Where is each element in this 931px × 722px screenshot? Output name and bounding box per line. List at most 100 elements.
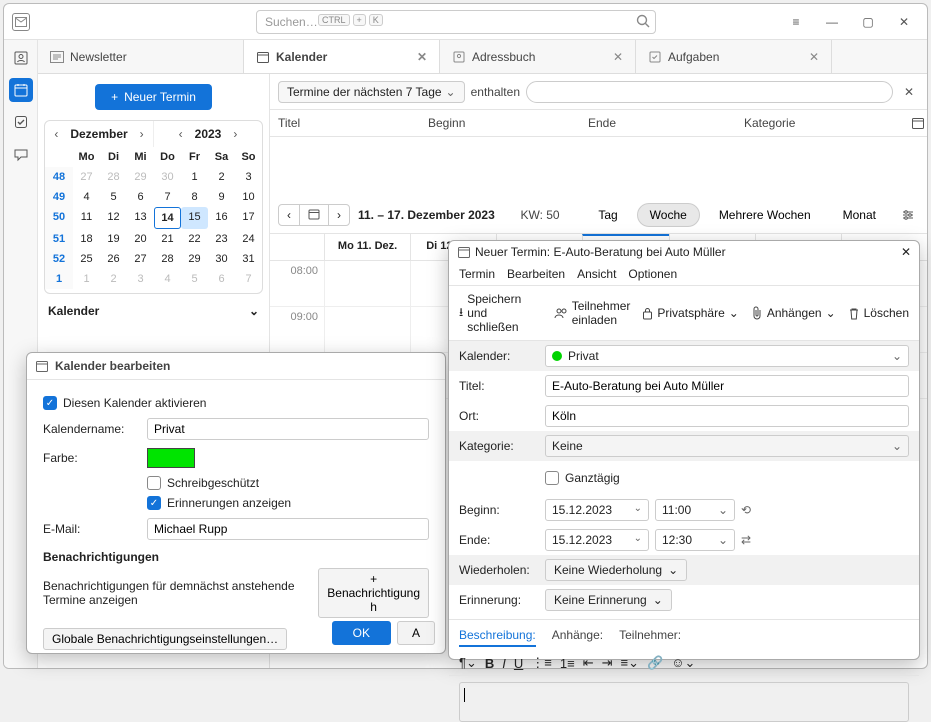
show-reminders-checkbox[interactable]: ✓ <box>147 496 161 510</box>
mini-cal-day[interactable]: 31 <box>235 249 262 269</box>
mini-cal-day[interactable]: 15 <box>181 207 208 229</box>
view-week-button[interactable]: Woche <box>637 203 700 227</box>
mini-cal-day[interactable]: 12 <box>100 207 127 229</box>
nav-chat-icon[interactable] <box>9 142 33 166</box>
menu-optionen[interactable]: Optionen <box>628 267 677 281</box>
save-close-button[interactable]: ⭳Speichern und schließen <box>459 292 542 334</box>
tab-aufgaben[interactable]: Aufgaben ✕ <box>636 40 832 73</box>
mini-cal-day[interactable]: 16 <box>208 207 235 229</box>
mini-cal-day[interactable]: 4 <box>154 269 181 289</box>
mini-cal-day[interactable]: 8 <box>181 187 208 207</box>
mini-cal-day[interactable]: 5 <box>100 187 127 207</box>
mini-cal-day[interactable]: 6 <box>208 269 235 289</box>
ok-button[interactable]: OK <box>332 621 391 645</box>
calendars-section-header[interactable]: Kalender ⌄ <box>38 294 269 324</box>
event-title-input[interactable] <box>545 375 909 397</box>
close-dialog-button[interactable]: ✕ <box>901 245 911 259</box>
prev-week-button[interactable]: ‹ <box>279 205 300 225</box>
mini-cal-day[interactable]: 1 <box>73 269 100 289</box>
close-tab-icon[interactable]: ✕ <box>417 50 427 64</box>
mini-cal-day[interactable]: 19 <box>100 229 127 249</box>
link-times-icon[interactable]: ⟲ <box>741 503 751 517</box>
mini-cal-day[interactable]: 18 <box>73 229 100 249</box>
allday-checkbox[interactable] <box>545 471 559 485</box>
cancel-button[interactable]: A <box>397 621 435 645</box>
mini-cal-day[interactable]: 29 <box>181 249 208 269</box>
mini-cal-day[interactable]: 7 <box>154 187 181 207</box>
mini-cal-day[interactable]: 20 <box>127 229 154 249</box>
view-month-button[interactable]: Monat <box>830 203 889 227</box>
underline-button[interactable]: U <box>514 656 523 671</box>
view-multiweek-button[interactable]: Mehrere Wochen <box>706 203 824 227</box>
calendar-color-picker[interactable] <box>147 448 195 468</box>
mini-cal-day[interactable]: 24 <box>235 229 262 249</box>
time-slot[interactable] <box>324 261 410 306</box>
mini-cal-day[interactable]: 7 <box>235 269 262 289</box>
indent-button[interactable]: ⇥ <box>602 655 613 671</box>
menu-bearbeiten[interactable]: Bearbeiten <box>507 267 565 281</box>
menu-termin[interactable]: Termin <box>459 267 495 281</box>
readonly-checkbox[interactable] <box>147 476 161 490</box>
mini-cal-day[interactable]: 6 <box>127 187 154 207</box>
range-filter-dropdown[interactable]: Termine der nächsten 7 Tage⌄ <box>278 81 465 103</box>
begin-time-input[interactable]: 11:00⌄ <box>655 499 735 521</box>
mini-cal-day[interactable]: 2 <box>100 269 127 289</box>
numbered-list-button[interactable]: 1≡ <box>560 656 575 671</box>
mini-cal-day[interactable]: 30 <box>208 249 235 269</box>
mini-cal-day[interactable]: 10 <box>235 187 262 207</box>
align-button[interactable]: ≡⌄ <box>621 655 639 671</box>
event-category-select[interactable]: Keine⌄ <box>545 435 909 457</box>
prev-month-button[interactable]: ‹ <box>48 127 64 141</box>
app-menu-button[interactable]: ≡ <box>781 10 811 34</box>
description-editor[interactable] <box>459 682 909 722</box>
tab-participants[interactable]: Teilnehmer: <box>619 628 681 647</box>
new-event-button[interactable]: +Neuer Termin <box>95 84 212 110</box>
mini-cal-day[interactable]: 1 <box>181 167 208 187</box>
end-date-input[interactable]: 15.12.2023⌄ <box>545 529 649 551</box>
outdent-button[interactable]: ⇤ <box>583 655 594 671</box>
today-button[interactable] <box>300 205 329 225</box>
maximize-button[interactable]: ▢ <box>853 10 883 34</box>
add-notification-button[interactable]: + Benachrichtigung h <box>318 568 429 618</box>
global-search-input[interactable] <box>256 10 656 34</box>
filter-input[interactable] <box>526 81 893 103</box>
mini-cal-day[interactable]: 3 <box>235 167 262 187</box>
global-notification-settings-button[interactable]: Globale Benachrichtigungseinstellungen… <box>43 628 287 650</box>
mini-cal-day[interactable]: 13 <box>127 207 154 229</box>
clear-filter-button[interactable]: ✕ <box>899 85 919 99</box>
mini-cal-day[interactable]: 3 <box>127 269 154 289</box>
next-week-button[interactable]: › <box>329 205 349 225</box>
tab-description[interactable]: Beschreibung: <box>459 628 536 647</box>
mini-cal-day[interactable]: 2 <box>208 167 235 187</box>
minimize-button[interactable]: — <box>817 10 847 34</box>
column-picker-icon[interactable] <box>903 110 927 136</box>
next-year-button[interactable]: › <box>227 127 243 141</box>
mini-cal-day[interactable]: 11 <box>73 207 100 229</box>
calendar-email-input[interactable] <box>147 518 429 540</box>
mini-cal-day[interactable]: 30 <box>154 167 181 187</box>
tab-attachments[interactable]: Anhänge: <box>552 628 603 647</box>
next-month-button[interactable]: › <box>134 127 150 141</box>
event-calendar-select[interactable]: Privat⌄ <box>545 345 909 367</box>
italic-button[interactable]: I <box>502 656 506 671</box>
close-tab-icon[interactable]: ✕ <box>613 50 623 64</box>
nav-calendar-icon[interactable] <box>9 78 33 102</box>
mini-cal-day[interactable]: 23 <box>208 229 235 249</box>
activate-calendar-checkbox[interactable]: ✓ <box>43 396 57 410</box>
tab-newsletter[interactable]: Newsletter <box>38 40 244 73</box>
mini-cal-day[interactable]: 29 <box>127 167 154 187</box>
event-location-input[interactable] <box>545 405 909 427</box>
mini-cal-day[interactable]: 25 <box>73 249 100 269</box>
reminder-select[interactable]: Keine Erinnerung⌄ <box>545 589 672 611</box>
mini-cal-day[interactable]: 21 <box>154 229 181 249</box>
begin-date-input[interactable]: 15.12.2023⌄ <box>545 499 649 521</box>
view-day-button[interactable]: Tag <box>585 203 630 227</box>
mini-cal-day[interactable]: 14 <box>154 207 181 229</box>
prev-year-button[interactable]: ‹ <box>173 127 189 141</box>
mini-cal-day[interactable]: 28 <box>100 167 127 187</box>
emoji-button[interactable]: ☺⌄ <box>671 655 695 671</box>
delete-button[interactable]: Löschen <box>848 306 909 320</box>
paragraph-format-button[interactable]: ¶⌄ <box>459 655 477 671</box>
invite-button[interactable]: Teilnehmer einladen <box>554 299 631 327</box>
tab-adressbuch[interactable]: Adressbuch ✕ <box>440 40 636 73</box>
